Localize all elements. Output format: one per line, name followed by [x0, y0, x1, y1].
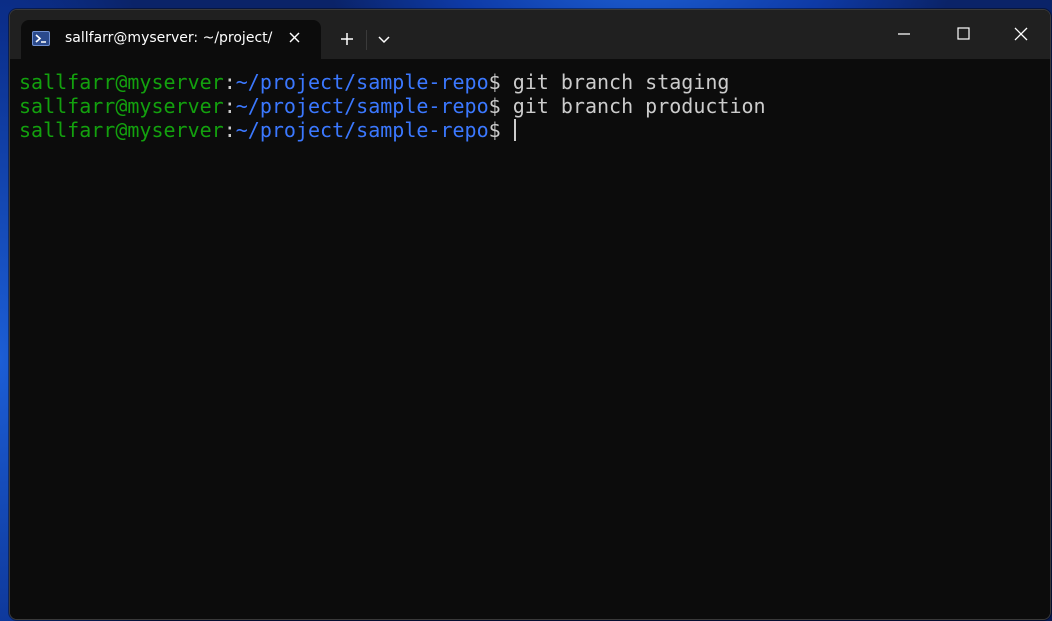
terminal-output[interactable]: sallfarr@myserver:~/project/sample-repo$…: [10, 59, 1050, 619]
prompt-separator: :: [223, 70, 236, 94]
prompt-path: ~/project/sample-repo: [235, 118, 489, 142]
tab-close-icon[interactable]: [285, 28, 305, 48]
tab-active[interactable]: sallfarr@myserver: ~/project/: [21, 20, 321, 59]
prompt-symbol: $: [488, 70, 501, 94]
chevron-down-icon[interactable]: [373, 28, 395, 50]
prompt-user: sallfarr@myserver: [19, 118, 224, 142]
prompt-symbol: $: [488, 94, 501, 118]
prompt-path: ~/project/sample-repo: [235, 70, 489, 94]
prompt-user: sallfarr@myserver: [19, 70, 224, 94]
prompt-path: ~/project/sample-repo: [235, 94, 489, 118]
prompt-separator: :: [223, 94, 236, 118]
terminal-line: sallfarr@myserver:~/project/sample-repo$…: [19, 70, 729, 94]
maximize-icon[interactable]: [940, 20, 986, 48]
text-cursor: [513, 119, 516, 141]
tab-title: sallfarr@myserver: ~/project/: [65, 30, 273, 46]
tab-divider: [366, 30, 367, 50]
close-icon[interactable]: [998, 20, 1044, 48]
command-text: git branch staging: [500, 70, 730, 94]
powershell-terminal-icon: [32, 31, 50, 46]
minimize-icon[interactable]: [880, 20, 926, 48]
command-text: git branch production: [500, 94, 766, 118]
terminal-line: sallfarr@myserver:~/project/sample-repo$…: [19, 94, 766, 118]
plus-icon[interactable]: [336, 28, 358, 50]
prompt-user: sallfarr@myserver: [19, 94, 224, 118]
command-input[interactable]: [501, 118, 513, 142]
terminal-line: sallfarr@myserver:~/project/sample-repo$: [19, 118, 516, 142]
title-bar[interactable]: sallfarr@myserver: ~/project/: [10, 10, 1050, 59]
terminal-window: sallfarr@myserver: ~/project/ sallfarr@m…: [9, 9, 1051, 620]
prompt-separator: :: [223, 118, 236, 142]
prompt-symbol: $: [488, 118, 501, 142]
